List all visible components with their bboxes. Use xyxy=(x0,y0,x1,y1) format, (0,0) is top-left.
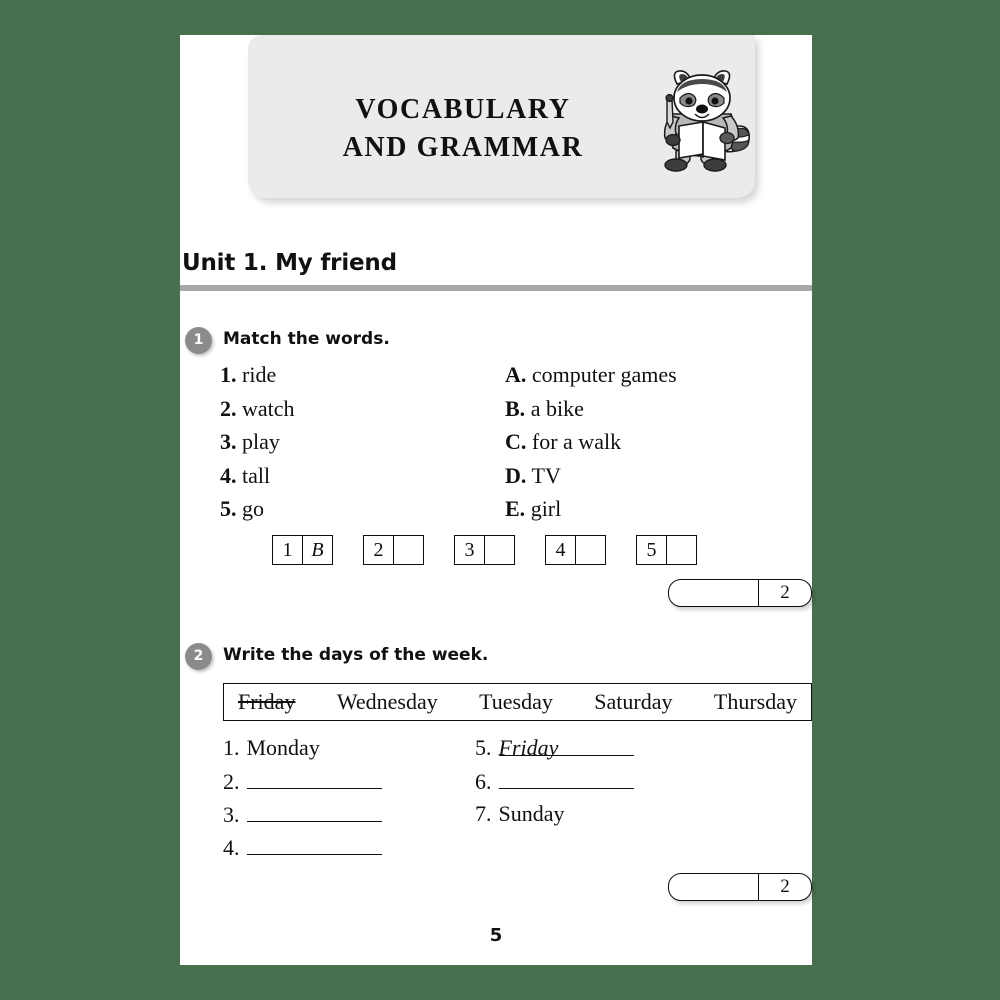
answer-input[interactable] xyxy=(485,535,515,565)
item-word: a bike xyxy=(530,395,584,421)
list-item: 4. tall xyxy=(220,459,295,493)
section-divider xyxy=(180,285,812,291)
exercise-1-instruction: Match the words. xyxy=(223,329,390,349)
list-item: 5. go xyxy=(220,492,295,526)
answer-label: 3 xyxy=(454,535,485,565)
day-blank-line[interactable] xyxy=(246,801,382,822)
answer-label: 4 xyxy=(545,535,576,565)
item-number: 4. xyxy=(220,462,237,488)
item-word: play xyxy=(242,429,280,454)
exercise-1-score-box: 2 xyxy=(668,579,812,607)
day-number: 2. xyxy=(223,769,240,794)
match-left-column: 1. ride 2. watch 3. play 4. tall 5. go xyxy=(220,358,295,526)
item-word: go xyxy=(242,496,264,521)
day-answer-6: 6. xyxy=(475,768,634,801)
header-banner: VOCABULARY AND GRAMMAR xyxy=(248,35,755,198)
day-blank-line[interactable] xyxy=(246,834,382,855)
item-word: girl xyxy=(530,496,562,521)
day-number: 1. xyxy=(223,735,240,760)
day-number: 6. xyxy=(475,769,492,794)
day-filled-line[interactable]: Friday xyxy=(498,735,634,760)
day-blank-line[interactable] xyxy=(246,768,382,789)
item-number: 3. xyxy=(220,429,237,454)
list-item: E. girl xyxy=(505,492,677,526)
match-answer-boxes: 1 B 2 3 4 5 xyxy=(272,535,697,565)
answer-label: 1 xyxy=(272,535,303,565)
list-item: 3. play xyxy=(220,425,295,459)
day-number: 3. xyxy=(223,802,240,827)
day-value: Monday xyxy=(246,735,320,760)
day-answer-4: 4. xyxy=(223,834,382,867)
raccoon-with-book-icon xyxy=(663,70,751,172)
item-number: 2. xyxy=(220,395,237,421)
day-number: 5. xyxy=(475,735,492,760)
answer-label: 2 xyxy=(363,535,394,565)
score-blank-field[interactable] xyxy=(669,874,758,900)
list-item: A. computer games xyxy=(505,358,677,392)
item-number: 1. xyxy=(220,362,237,387)
word-bank-box: Friday Wednesday Tuesday Saturday Thursd… xyxy=(223,683,812,721)
day-blank-line[interactable] xyxy=(498,768,634,789)
score-max-value: 2 xyxy=(758,580,811,606)
item-letter: E. xyxy=(505,496,526,521)
item-letter: B. xyxy=(505,395,526,421)
word-bank-item-saturday[interactable]: Saturday xyxy=(594,689,672,715)
score-blank-field[interactable] xyxy=(669,580,758,606)
exercise-2-badge: 2 xyxy=(185,643,212,670)
answer-pair-2: 2 xyxy=(363,535,424,565)
exercise-2-instruction: Write the days of the week. xyxy=(223,645,489,665)
item-word: for a walk xyxy=(531,429,622,454)
word-bank-item-tuesday[interactable]: Tuesday xyxy=(479,689,553,715)
days-answers-left: 1. Monday 2. 3. 4. xyxy=(223,735,382,867)
item-word: ride xyxy=(242,362,277,387)
item-word: TV xyxy=(531,462,561,488)
item-letter: D. xyxy=(505,462,527,488)
list-item: C. for a walk xyxy=(505,425,677,459)
days-answers-right: 5. Friday 6. 7. Sunday xyxy=(475,735,634,834)
day-value: Sunday xyxy=(498,801,565,826)
item-word: computer games xyxy=(531,362,677,387)
day-answer-3: 3. xyxy=(223,801,382,834)
item-letter: C. xyxy=(505,429,527,454)
list-item: 2. watch xyxy=(220,392,295,426)
item-letter: A. xyxy=(505,362,527,387)
unit-title: Unit 1. My friend xyxy=(182,250,397,276)
word-bank-item-thursday[interactable]: Thursday xyxy=(714,689,797,715)
list-item: 1. ride xyxy=(220,358,295,392)
day-number: 4. xyxy=(223,835,240,860)
answer-label: 5 xyxy=(636,535,667,565)
answer-input[interactable] xyxy=(394,535,424,565)
answer-pair-3: 3 xyxy=(454,535,515,565)
day-answer-5: 5. Friday xyxy=(475,735,634,768)
item-word: tall xyxy=(242,462,271,488)
banner-title-line2: AND GRAMMAR xyxy=(342,132,584,164)
exercise-1-badge: 1 xyxy=(185,327,212,354)
workbook-page: VOCABULARY AND GRAMMAR Unit 1. My friend… xyxy=(180,35,812,965)
exercise-2-score-box: 2 xyxy=(668,873,812,901)
day-answer-7: 7. Sunday xyxy=(475,801,634,834)
banner-title: VOCABULARY AND GRAMMAR xyxy=(288,91,638,167)
banner-title-line1: VOCABULARY xyxy=(355,94,571,125)
day-number: 7. xyxy=(475,801,492,826)
answer-pair-5: 5 xyxy=(636,535,697,565)
word-bank-item-friday[interactable]: Friday xyxy=(238,689,295,715)
score-max-value: 2 xyxy=(758,874,811,900)
word-bank-item-wednesday[interactable]: Wednesday xyxy=(337,689,438,715)
list-item: B. a bike xyxy=(505,392,677,426)
day-answer-2: 2. xyxy=(223,768,382,801)
item-word: watch xyxy=(242,395,295,421)
match-right-column: A. computer games B. a bike C. for a wal… xyxy=(505,358,677,526)
item-number: 5. xyxy=(220,496,237,521)
answer-pair-4: 4 xyxy=(545,535,606,565)
answer-input[interactable]: B xyxy=(303,535,333,565)
answer-input[interactable] xyxy=(667,535,697,565)
page-number: 5 xyxy=(489,925,503,946)
list-item: D. TV xyxy=(505,459,677,493)
day-answer-1: 1. Monday xyxy=(223,735,382,768)
answer-pair-1: 1 B xyxy=(272,535,333,565)
answer-input[interactable] xyxy=(576,535,606,565)
